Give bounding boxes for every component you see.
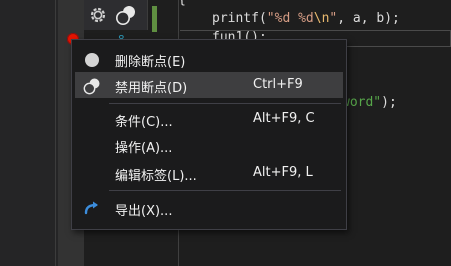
- menu-item-export[interactable]: 导出(X)...: [75, 195, 343, 221]
- menu-item-label: 导出(X)...: [115, 204, 173, 219]
- code-brace: {: [178, 0, 186, 7]
- breakpoint-toolbar: [84, 0, 148, 30]
- menu-item-edit-labels[interactable]: 编辑标签(L)... Alt+F9, L: [75, 160, 343, 186]
- export-icon: [84, 201, 98, 215]
- menu-separator: [109, 103, 341, 104]
- code-line-printf[interactable]: printf("%d %d\n", a, b);: [212, 11, 400, 26]
- menu-item-disable-breakpoint[interactable]: 禁用断点(D) Ctrl+F9: [75, 72, 343, 98]
- menu-item-label: 删除断点(E): [115, 55, 186, 70]
- menu-item-label: 操作(A)...: [115, 141, 173, 156]
- disable-breakpoint-icon: [83, 78, 100, 95]
- code-string-word: word": [342, 95, 382, 110]
- change-indicator: [152, 6, 157, 32]
- menu-item-label: 禁用断点(D): [115, 81, 188, 96]
- code-string: "%d %d: [266, 11, 314, 26]
- menu-item-delete-breakpoint[interactable]: 删除断点(E): [75, 46, 343, 72]
- menu-item-shortcut: Alt+F9, C: [253, 111, 315, 126]
- menu-item-label: 编辑标签(L)...: [115, 169, 197, 184]
- menu-item-label: 条件(C)...: [115, 115, 173, 130]
- menu-item-actions[interactable]: 操作(A)...: [75, 132, 343, 158]
- menu-item-conditions[interactable]: 条件(C)... Alt+F9, C: [75, 106, 343, 132]
- code-token: printf(: [212, 11, 267, 26]
- breakpoints-window-icon[interactable]: [115, 4, 137, 26]
- gear-icon[interactable]: [87, 4, 109, 26]
- delete-breakpoint-icon: [85, 53, 99, 67]
- code-args: , a, b);: [337, 11, 400, 26]
- code-escape: \n: [313, 11, 330, 26]
- breakpoint-context-menu: 删除断点(E) 禁用断点(D) Ctrl+F9 条件(C)... Alt+F9,…: [71, 39, 347, 230]
- code-close: );: [381, 95, 397, 110]
- code-line-word[interactable]: word");: [342, 95, 397, 110]
- menu-separator: [109, 190, 341, 191]
- menu-item-shortcut: Alt+F9, L: [253, 165, 313, 180]
- panel-divider: [55, 0, 56, 266]
- left-panel: [0, 0, 58, 266]
- menu-item-shortcut: Ctrl+F9: [253, 77, 303, 92]
